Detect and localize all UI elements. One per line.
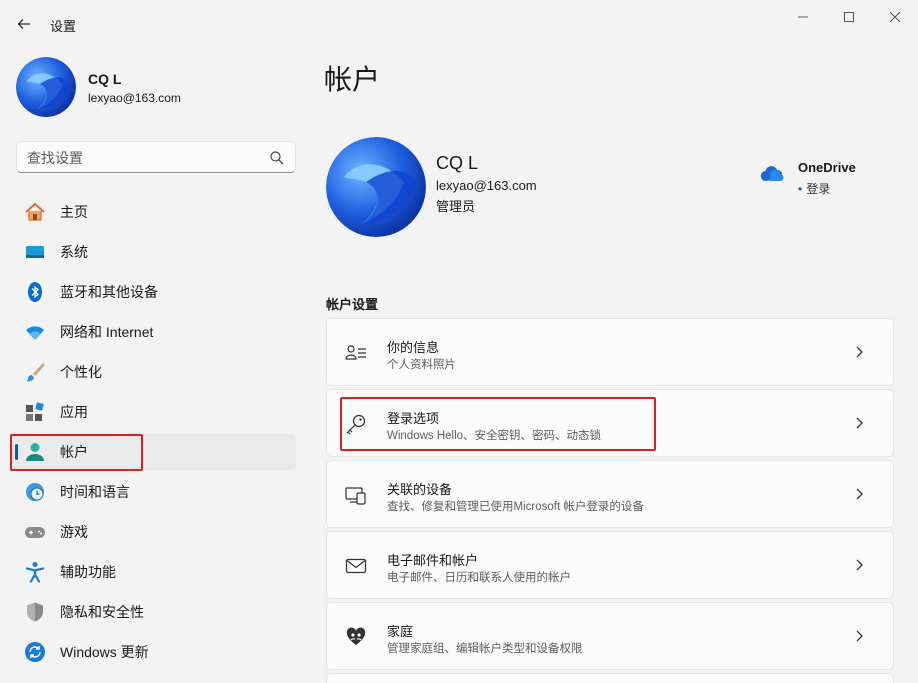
onedrive-cloud-icon — [760, 166, 784, 182]
active-indicator — [15, 444, 18, 460]
person-info-icon — [345, 342, 367, 364]
sidebar-item-apps[interactable]: 应用 — [12, 394, 296, 430]
linked-devices-icon — [345, 484, 367, 506]
onedrive-sign-in-link[interactable]: • 登录 — [798, 180, 830, 197]
minimize-button[interactable] — [780, 2, 826, 32]
card-subtitle: Windows Hello、安全密钥、密码、动态锁 — [387, 430, 602, 442]
section-title: 帐户设置 — [326, 297, 379, 312]
sidebar-item-accessibility[interactable]: 辅助功能 — [12, 554, 296, 590]
sidebar-item-label: 主页 — [60, 204, 88, 220]
card-title: 电子邮件和帐户 — [387, 553, 479, 568]
status-dot-icon: • — [798, 182, 803, 196]
close-button[interactable] — [872, 2, 918, 32]
update-icon — [24, 641, 46, 663]
sidebar-item-accounts[interactable]: 帐户 — [12, 434, 296, 470]
clock-globe-icon — [24, 481, 46, 503]
home-icon — [24, 201, 46, 223]
sidebar-item-label: 隐私和安全性 — [60, 604, 144, 620]
card-your-info[interactable]: 你的信息 个人资料照片 — [326, 318, 894, 386]
system-icon — [24, 241, 46, 263]
onedrive-status-text: 登录 — [806, 182, 831, 196]
avatar-image-icon — [16, 57, 76, 117]
sidebar-item-network[interactable]: 网络和 Internet — [12, 314, 296, 350]
sidebar-item-label: 辅助功能 — [60, 564, 116, 580]
sidebar-item-label: 蓝牙和其他设备 — [60, 284, 158, 300]
card-sign-in-options[interactable]: 登录选项 Windows Hello、安全密钥、密码、动态锁 — [326, 389, 894, 457]
card-subtitle: 个人资料照片 — [387, 359, 456, 371]
sidebar-item-label: 游戏 — [60, 524, 88, 540]
card-linked-devices[interactable]: 关联的设备 查找、修复和管理已使用Microsoft 帐户登录的设备 — [326, 460, 894, 528]
gamepad-icon — [24, 521, 46, 543]
sidebar-item-windows-update[interactable]: Windows 更新 — [12, 634, 296, 670]
onedrive-title: OneDrive — [798, 160, 856, 175]
search-box[interactable] — [16, 141, 296, 173]
minimize-icon — [798, 16, 808, 18]
sidebar-item-label: 网络和 Internet — [60, 324, 154, 340]
apps-icon — [24, 401, 46, 423]
card-family[interactable]: 家庭 管理家庭组、编辑帐户类型和设备权限 — [326, 602, 894, 670]
sidebar-item-gaming[interactable]: 游戏 — [12, 514, 296, 550]
chevron-right-icon — [856, 630, 863, 642]
card-subtitle: 管理家庭组、编辑帐户类型和设备权限 — [387, 643, 583, 655]
page-title: 帐户 — [324, 64, 381, 95]
accessibility-icon — [24, 561, 46, 583]
sidebar-item-system[interactable]: 系统 — [12, 234, 296, 270]
sidebar-item-label: 帐户 — [60, 444, 88, 460]
avatar-image-icon — [326, 137, 426, 237]
sidebar-item-home[interactable]: 主页 — [12, 194, 296, 230]
close-icon — [890, 12, 900, 22]
sidebar-item-label: 系统 — [60, 244, 88, 260]
shield-icon — [24, 601, 46, 623]
sidebar-item-label: 个性化 — [60, 364, 102, 380]
search-icon[interactable] — [269, 150, 285, 166]
title-bar: 设置 — [0, 0, 918, 44]
search-input[interactable] — [27, 148, 257, 168]
card-title: 你的信息 — [387, 340, 440, 355]
card-subtitle: 电子邮件、日历和联系人使用的帐户 — [387, 572, 571, 584]
sidebar-item-personalization[interactable]: 个性化 — [12, 354, 296, 390]
sidebar-item-label: 时间和语言 — [60, 484, 130, 500]
sidebar-item-privacy[interactable]: 隐私和安全性 — [12, 594, 296, 630]
account-email: lexyao@163.com — [436, 178, 537, 193]
key-icon — [345, 413, 367, 435]
account-name: CQ L — [436, 153, 479, 173]
sidebar-item-label: Windows 更新 — [60, 644, 149, 660]
back-button[interactable] — [12, 12, 36, 36]
card-email-accounts[interactable]: 电子邮件和帐户 电子邮件、日历和联系人使用的帐户 — [326, 531, 894, 599]
sidebar-item-label: 应用 — [60, 404, 88, 420]
sidebar-item-time-language[interactable]: 时间和语言 — [12, 474, 296, 510]
family-heart-icon — [345, 626, 367, 648]
maximize-icon — [844, 12, 854, 22]
user-email: lexyao@163.com — [88, 91, 181, 105]
chevron-right-icon — [856, 488, 863, 500]
card-partial — [326, 673, 894, 683]
wifi-icon — [24, 321, 46, 343]
account-icon — [24, 441, 46, 463]
chevron-right-icon — [856, 346, 863, 358]
chevron-right-icon — [856, 559, 863, 571]
mail-icon — [345, 555, 367, 577]
chevron-right-icon — [856, 417, 863, 429]
card-subtitle: 查找、修复和管理已使用Microsoft 帐户登录的设备 — [387, 501, 644, 513]
account-role: 管理员 — [436, 199, 476, 214]
maximize-button[interactable] — [826, 2, 872, 32]
sidebar-item-bluetooth[interactable]: 蓝牙和其他设备 — [12, 274, 296, 310]
card-title: 登录选项 — [387, 411, 440, 426]
avatar[interactable] — [16, 57, 76, 117]
card-title: 家庭 — [387, 624, 414, 639]
card-title: 关联的设备 — [387, 482, 453, 497]
avatar-large[interactable] — [326, 137, 426, 237]
sidebar-nav: 主页 系统 蓝牙和其他设备 网络和 Internet 个性化 应用 帐户 时间和… — [12, 194, 296, 674]
brush-icon — [24, 361, 46, 383]
back-arrow-icon — [17, 19, 30, 29]
app-title: 设置 — [50, 19, 77, 34]
bluetooth-icon — [24, 281, 46, 303]
user-name: CQ L — [88, 71, 122, 87]
